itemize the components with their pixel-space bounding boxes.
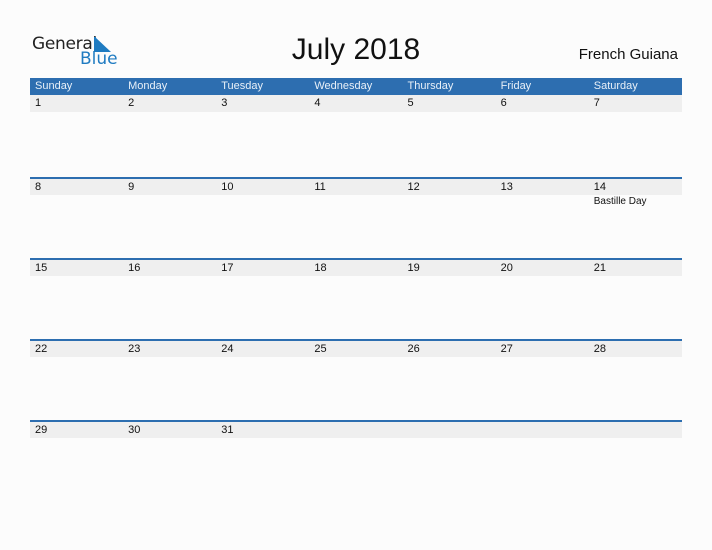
day-number: 24 [221, 343, 234, 355]
week-row: 29 30 31 [30, 420, 682, 501]
day-number [403, 422, 496, 438]
holiday-label [123, 195, 216, 209]
holiday-label [496, 195, 589, 209]
day-number: 17 [221, 262, 234, 274]
country-label: French Guiana [578, 46, 678, 63]
date-strip: 8 9 10 11 12 13 14 [30, 177, 682, 195]
day-number: 12 [407, 181, 420, 193]
weekday-monday: Monday [128, 80, 168, 92]
holiday-label [403, 195, 496, 209]
day-number: 30 [128, 424, 141, 436]
weekday-saturday: Saturday [593, 80, 638, 92]
week-row: 22 23 24 25 26 27 28 [30, 339, 682, 420]
week-row: 8 9 10 11 12 13 14 Bastille Day [30, 177, 682, 258]
week-row: 1 2 3 4 5 6 7 [30, 95, 682, 177]
day-number: 31 [221, 424, 234, 436]
weekday-thursday: Thursday [407, 80, 454, 92]
holiday-label [30, 195, 123, 209]
day-number [496, 422, 589, 438]
day-number: 21 [593, 262, 606, 274]
calendar-grid: Sunday Monday Tuesday Wednesday Thursday… [30, 78, 682, 501]
day-number [309, 422, 402, 438]
day-number: 25 [314, 343, 327, 355]
day-number: 26 [407, 343, 420, 355]
day-number: 5 [407, 97, 414, 109]
day-number: 3 [221, 97, 228, 109]
day-number: 7 [593, 97, 600, 109]
holiday-label [309, 195, 402, 209]
day-number: 15 [35, 262, 48, 274]
day-number: 18 [314, 262, 327, 274]
day-number: 9 [128, 181, 135, 193]
day-number: 6 [500, 97, 507, 109]
day-number: 10 [221, 181, 234, 193]
holiday-label: Bastille Day [593, 196, 647, 207]
day-number: 14 [593, 181, 606, 193]
weekday-sunday: Sunday [35, 80, 73, 92]
holiday-label [216, 195, 309, 209]
weekday-wednesday: Wednesday [314, 80, 373, 92]
day-number: 11 [314, 181, 326, 193]
day-number: 19 [407, 262, 420, 274]
date-strip: 22 23 24 25 26 27 28 [30, 339, 682, 357]
day-number [589, 422, 682, 438]
date-strip: 29 30 31 [30, 420, 682, 438]
day-number: 4 [314, 97, 321, 109]
day-number: 8 [35, 181, 42, 193]
day-number: 29 [35, 424, 48, 436]
weekday-header: Sunday Monday Tuesday Wednesday Thursday… [30, 78, 682, 95]
day-number: 28 [593, 343, 606, 355]
day-number: 13 [500, 181, 513, 193]
weekday-tuesday: Tuesday [221, 80, 264, 92]
day-number: 2 [128, 97, 135, 109]
week-row: 15 16 17 18 19 20 21 [30, 258, 682, 339]
day-number: 27 [500, 343, 513, 355]
weekday-friday: Friday [500, 80, 532, 92]
date-strip: 15 16 17 18 19 20 21 [30, 258, 682, 276]
day-number: 20 [500, 262, 513, 274]
date-strip: 1 2 3 4 5 6 7 [30, 95, 682, 112]
day-number: 1 [35, 97, 42, 109]
holiday-row: Bastille Day [30, 195, 682, 209]
day-number: 22 [35, 343, 48, 355]
day-number: 23 [128, 343, 141, 355]
day-number: 16 [128, 262, 141, 274]
